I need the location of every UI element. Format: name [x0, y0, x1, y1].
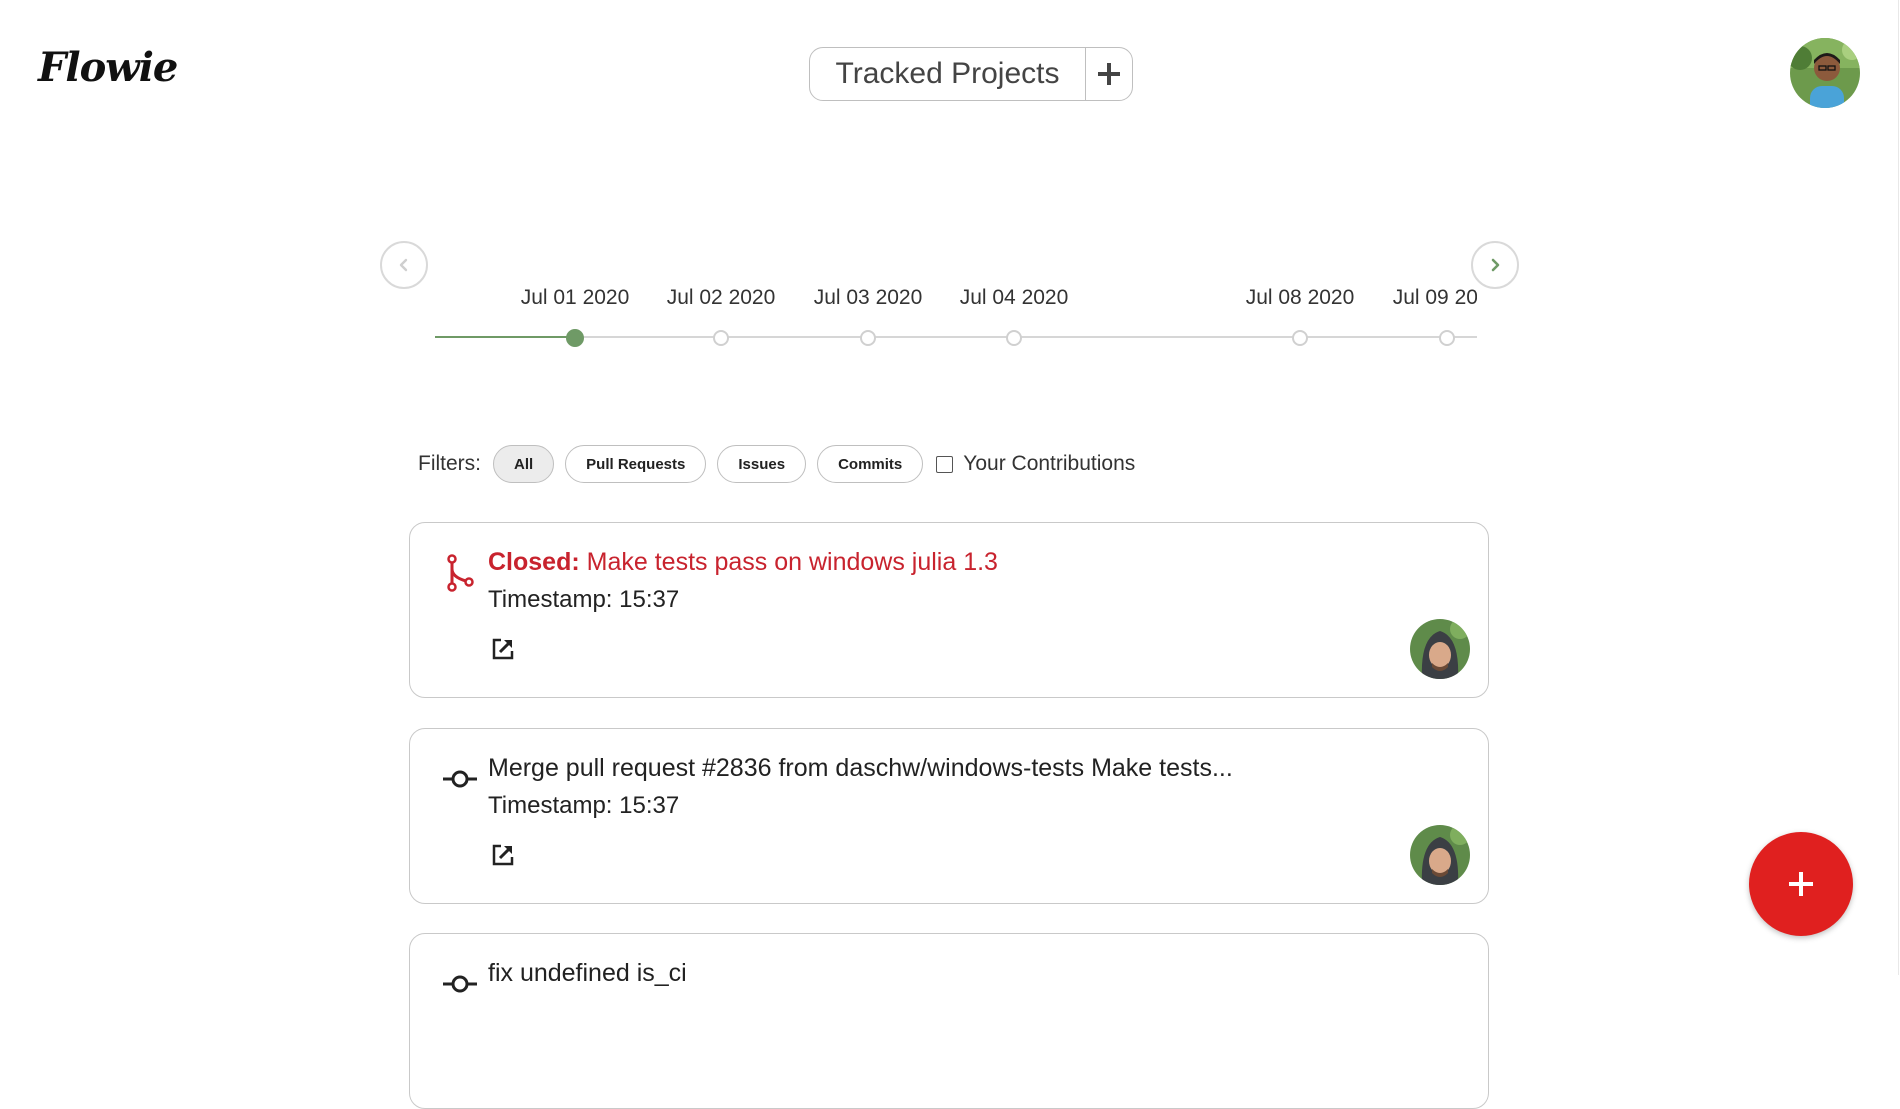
timeline-track-line — [575, 336, 1477, 338]
filter-chip-commits[interactable]: Commits — [817, 445, 924, 483]
author-avatar[interactable] — [1410, 619, 1470, 679]
filters-label: Filters: — [418, 452, 481, 475]
timeline-dot[interactable] — [1006, 330, 1022, 346]
plus-icon — [1789, 872, 1813, 896]
chevron-right-icon — [1491, 258, 1500, 272]
activity-card: Closed: Make tests pass on windows julia… — [409, 522, 1489, 698]
author-avatar-image — [1410, 619, 1470, 679]
activity-message: Make tests pass on windows julia 1.3 — [586, 548, 998, 576]
activity-title[interactable]: fix undefined is_ci — [488, 959, 687, 988]
your-contributions-checkbox[interactable] — [936, 455, 954, 473]
chevron-left-icon — [399, 258, 408, 272]
author-avatar-image — [1410, 825, 1470, 885]
external-link-icon[interactable] — [490, 842, 516, 868]
activity-card: fix undefined is_ci — [409, 933, 1489, 1109]
activity-title[interactable]: Merge pull request #2836 from daschw/win… — [488, 754, 1233, 783]
activity-title[interactable]: Closed: Make tests pass on windows julia… — [488, 548, 998, 577]
timeline-date-label[interactable]: Jul 02 2020 — [667, 286, 776, 310]
timeline-date-label[interactable]: Jul 08 2020 — [1246, 286, 1355, 310]
timeline-next-button[interactable] — [1471, 241, 1519, 289]
timeline-date-label[interactable]: Jul 09 2020 — [1393, 286, 1477, 310]
page-scrollbar-track — [1898, 0, 1899, 975]
timeline-dot-active[interactable] — [566, 329, 584, 347]
your-contributions-label[interactable]: Your Contributions — [963, 452, 1135, 476]
commit-icon — [443, 975, 477, 993]
user-avatar[interactable] — [1790, 38, 1860, 108]
activity-card: Merge pull request #2836 from daschw/win… — [409, 728, 1489, 904]
user-avatar-image — [1790, 38, 1860, 108]
add-project-button[interactable] — [1085, 48, 1132, 100]
timeline: Jul 01 2020 Jul 02 2020 Jul 03 2020 Jul … — [435, 282, 1477, 352]
activity-timestamp: Timestamp: 15:37 — [488, 586, 680, 613]
tracked-projects-control: Tracked Projects — [809, 47, 1133, 101]
author-avatar[interactable] — [1410, 825, 1470, 885]
timeline-dot[interactable] — [1439, 330, 1455, 346]
filter-chip-issues[interactable]: Issues — [717, 445, 807, 483]
activity-status: Closed: — [488, 548, 580, 576]
timeline-date-label[interactable]: Jul 04 2020 — [960, 286, 1069, 310]
timeline-dot[interactable] — [713, 330, 729, 346]
filters-bar: Filters: All Pull Requests Issues Commit… — [418, 445, 1135, 483]
activity-message: fix undefined is_ci — [488, 959, 687, 987]
filter-chip-pull-requests[interactable]: Pull Requests — [565, 445, 707, 483]
timeline-date-label[interactable]: Jul 01 2020 — [521, 286, 630, 310]
timeline-prev-button[interactable] — [380, 241, 428, 289]
add-fab-button[interactable] — [1749, 832, 1853, 936]
plus-icon — [1098, 63, 1120, 85]
timeline-dot[interactable] — [860, 330, 876, 346]
activity-message: Merge pull request #2836 from daschw/win… — [488, 754, 1233, 782]
activity-timestamp: Timestamp: 15:37 — [488, 792, 680, 819]
external-link-icon[interactable] — [490, 636, 516, 662]
filter-chip-all[interactable]: All — [493, 445, 555, 483]
tracked-projects-button[interactable]: Tracked Projects — [810, 48, 1085, 100]
commit-icon — [443, 770, 477, 788]
timeline-progress-line — [435, 336, 575, 338]
pull-request-icon — [447, 554, 474, 592]
timeline-dot[interactable] — [1292, 330, 1308, 346]
timeline-date-label[interactable]: Jul 03 2020 — [814, 286, 923, 310]
app-logo: Flowie — [38, 44, 178, 91]
